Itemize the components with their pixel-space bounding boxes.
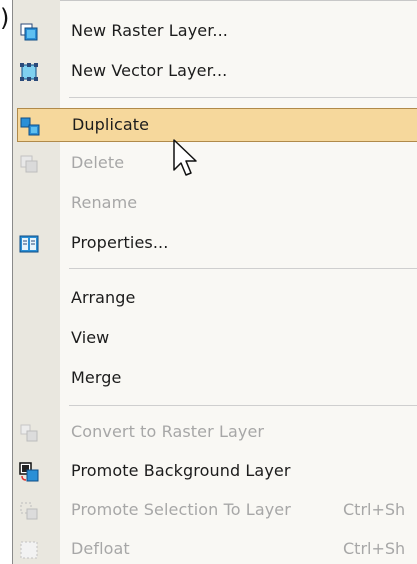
duplicate-layer-icon (20, 116, 40, 136)
menu-item-defloat[interactable]: Defloat Ctrl+Sh (13, 532, 417, 564)
menu-item-merge[interactable]: Merge (13, 361, 417, 395)
promote-selection-icon (19, 501, 39, 521)
menu-item-new-raster-layer[interactable]: New Raster Layer... (13, 14, 417, 48)
convert-to-raster-icon (19, 423, 39, 443)
menu-item-label: New Vector Layer... (71, 61, 228, 80)
menu-item-promote-background[interactable]: Promote Background Layer (13, 454, 417, 488)
menu-item-label: New Raster Layer... (71, 21, 228, 40)
menu-item-new-vector-layer[interactable]: New Vector Layer... (13, 54, 417, 88)
new-vector-layer-icon (19, 62, 39, 82)
menu-item-label: Merge (71, 368, 122, 387)
menu-item-label: Delete (71, 153, 125, 172)
menu-item-label: Duplicate (72, 115, 150, 134)
menu-item-rename[interactable]: Rename (13, 186, 417, 220)
arrow-pointer-icon (173, 139, 197, 176)
menu-item-label: View (71, 328, 110, 347)
screenshot-stage: ) New Raster Layer... New Vector Layer..… (0, 0, 417, 564)
menu-item-view[interactable]: View (13, 321, 417, 355)
promote-background-icon (19, 462, 39, 482)
menu-item-shortcut: Ctrl+Sh (343, 500, 406, 519)
layer-properties-icon (19, 234, 39, 254)
menu-item-arrange[interactable]: Arrange (13, 281, 417, 315)
menu-item-convert-to-raster[interactable]: Convert to Raster Layer (13, 415, 417, 449)
new-raster-layer-icon (19, 22, 39, 42)
menu-item-label: Promote Background Layer (71, 461, 291, 480)
menu-separator (69, 268, 417, 269)
menu-item-duplicate[interactable]: Duplicate (17, 108, 417, 142)
layer-context-menu: New Raster Layer... New Vector Layer... (12, 0, 417, 564)
menu-item-label: Defloat (71, 539, 130, 558)
menu-item-label: Rename (71, 193, 138, 212)
delete-layer-icon (19, 154, 39, 174)
menu-item-delete[interactable]: Delete (13, 146, 417, 180)
menu-separator (69, 97, 417, 98)
defloat-icon (19, 540, 39, 560)
menu-item-properties[interactable]: Properties... (13, 226, 417, 260)
menu-separator (69, 405, 417, 406)
menu-item-shortcut: Ctrl+Sh (343, 539, 406, 558)
menu-item-label: Promote Selection To Layer (71, 500, 291, 519)
menu-item-label: Convert to Raster Layer (71, 422, 265, 441)
menu-item-label: Properties... (71, 233, 169, 252)
menu-item-label: Arrange (71, 288, 136, 307)
stray-character: ) (0, 4, 10, 32)
menu-item-promote-selection[interactable]: Promote Selection To Layer Ctrl+Sh (13, 493, 417, 527)
